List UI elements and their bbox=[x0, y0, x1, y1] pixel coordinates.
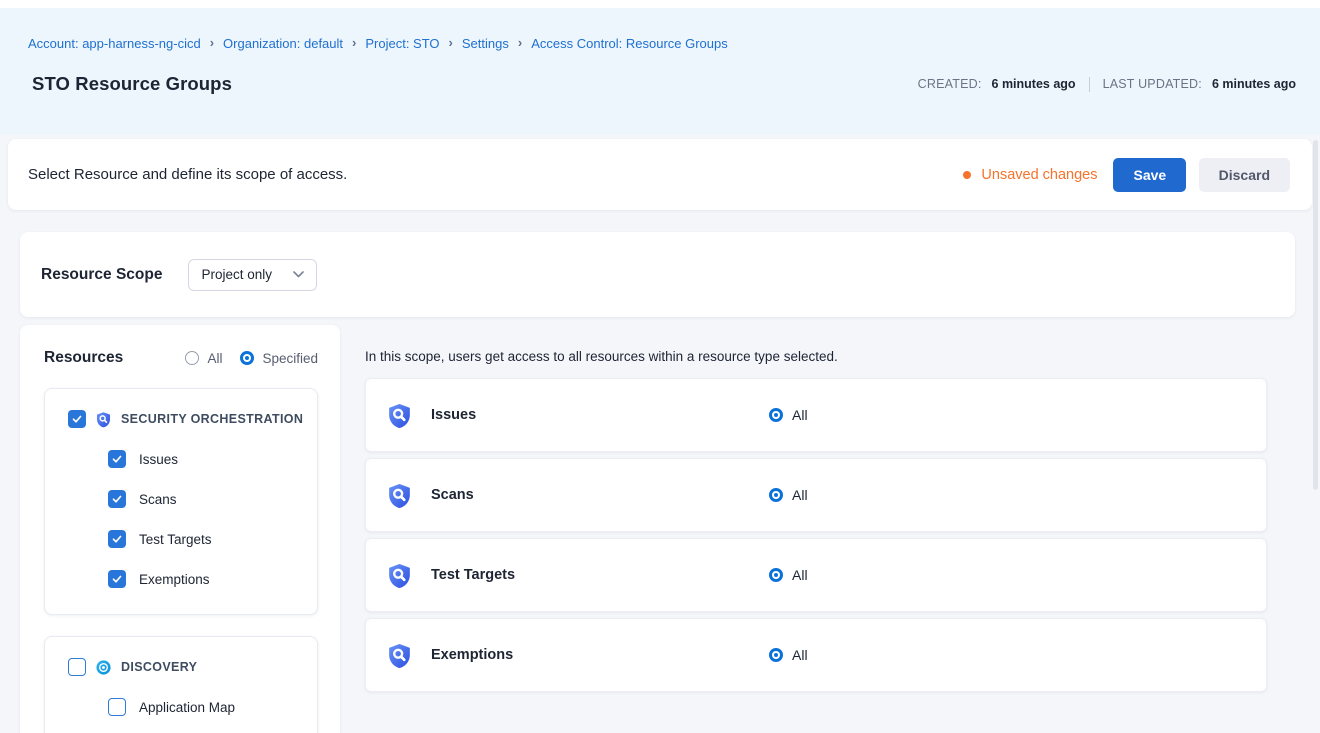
created-value: 6 minutes ago bbox=[992, 77, 1076, 91]
instruction-text: Select Resource and define its scope of … bbox=[28, 166, 347, 183]
test-targets-checkbox[interactable] bbox=[108, 530, 126, 548]
resource-card-title: Scans bbox=[431, 487, 769, 503]
unsaved-dot-icon bbox=[963, 171, 971, 179]
resource-scope-select[interactable]: Project only bbox=[188, 259, 317, 291]
created-label: CREATED: bbox=[918, 77, 982, 91]
test-targets-all-radio[interactable]: All bbox=[769, 567, 808, 583]
timestamps-meta: CREATED: 6 minutes ago LAST UPDATED: 6 m… bbox=[918, 77, 1296, 92]
last-updated-label: LAST UPDATED: bbox=[1103, 77, 1202, 91]
security-orchestration-checkbox[interactable] bbox=[68, 410, 86, 428]
resources-panel-title: Resources bbox=[44, 349, 123, 367]
checkmark-icon bbox=[111, 533, 123, 545]
unsaved-changes-status: Unsaved changes bbox=[963, 167, 1097, 183]
filter-specified-radio[interactable]: Specified bbox=[240, 351, 318, 366]
issues-checkbox[interactable] bbox=[108, 450, 126, 468]
tree-item-exemptions: Exemptions bbox=[108, 570, 307, 588]
chevron-down-icon bbox=[293, 271, 304, 278]
resource-card-title: Exemptions bbox=[431, 647, 769, 663]
vertical-scrollbar-thumb[interactable] bbox=[1313, 140, 1318, 490]
sto-shield-icon bbox=[386, 562, 413, 589]
radio-on-icon bbox=[769, 488, 783, 502]
resource-card-title: Test Targets bbox=[431, 567, 769, 583]
tree-item-application-map: Application Map bbox=[108, 698, 307, 716]
checkmark-icon bbox=[71, 413, 83, 425]
sto-shield-icon bbox=[386, 642, 413, 669]
scope-detail-panel: In this scope, users get access to all r… bbox=[365, 325, 1295, 698]
last-updated-value: 6 minutes ago bbox=[1212, 77, 1296, 91]
security-orchestration-label[interactable]: SECURITY ORCHESTRATION bbox=[121, 412, 303, 426]
resources-panel: Resources All Specified bbox=[20, 325, 340, 733]
resource-scope-label: Resource Scope bbox=[41, 266, 162, 284]
breadcrumb-chevron-icon: › bbox=[518, 35, 522, 50]
breadcrumb: Account: app-harness-ng-cicd › Organizat… bbox=[0, 8, 1320, 51]
breadcrumb-account-link[interactable]: Account: app-harness-ng-cicd bbox=[28, 36, 201, 51]
breadcrumb-settings-link[interactable]: Settings bbox=[462, 36, 509, 51]
scans-label[interactable]: Scans bbox=[139, 492, 177, 507]
sto-shield-icon bbox=[386, 482, 413, 509]
access-all-label: All bbox=[792, 567, 808, 583]
resources-filter-radios: All Specified bbox=[185, 351, 318, 366]
sto-shield-icon bbox=[386, 402, 413, 429]
checkmark-icon bbox=[111, 493, 123, 505]
window-top-strip bbox=[0, 0, 1320, 8]
breadcrumb-access-control-link[interactable]: Access Control: Resource Groups bbox=[531, 36, 728, 51]
resource-card-issues: Issues All bbox=[365, 378, 1267, 452]
scope-note: In this scope, users get access to all r… bbox=[365, 349, 1295, 364]
resource-card-test-targets: Test Targets All bbox=[365, 538, 1267, 612]
scans-all-radio[interactable]: All bbox=[769, 487, 808, 503]
tree-item-scans: Scans bbox=[108, 490, 307, 508]
sto-shield-icon bbox=[95, 411, 112, 428]
tree-item-test-targets: Test Targets bbox=[108, 530, 307, 548]
breadcrumb-chevron-icon: › bbox=[449, 35, 453, 50]
save-button[interactable]: Save bbox=[1113, 158, 1186, 192]
resource-group-security-orchestration: SECURITY ORCHESTRATION Issues bbox=[44, 388, 318, 615]
meta-divider bbox=[1089, 77, 1090, 92]
radio-on-icon bbox=[240, 351, 254, 365]
resource-card-title: Issues bbox=[431, 407, 769, 423]
discovery-label[interactable]: DISCOVERY bbox=[121, 660, 197, 674]
resource-scope-selected-value: Project only bbox=[201, 267, 272, 282]
radio-off-icon bbox=[185, 351, 199, 365]
page-header: Account: app-harness-ng-cicd › Organizat… bbox=[0, 8, 1320, 135]
resource-group-discovery: DISCOVERY Application Map bbox=[44, 636, 318, 733]
breadcrumb-chevron-icon: › bbox=[352, 35, 356, 50]
exemptions-checkbox[interactable] bbox=[108, 570, 126, 588]
resource-scope-card: Resource Scope Project only bbox=[20, 232, 1295, 317]
exemptions-all-radio[interactable]: All bbox=[769, 647, 808, 663]
issues-all-radio[interactable]: All bbox=[769, 407, 808, 423]
application-map-label[interactable]: Application Map bbox=[139, 700, 235, 715]
discovery-checkbox[interactable] bbox=[68, 658, 86, 676]
access-all-label: All bbox=[792, 407, 808, 423]
access-all-label: All bbox=[792, 487, 808, 503]
issues-label[interactable]: Issues bbox=[139, 452, 178, 467]
breadcrumb-project-link[interactable]: Project: STO bbox=[365, 36, 439, 51]
test-targets-label[interactable]: Test Targets bbox=[139, 532, 212, 547]
filter-all-label: All bbox=[207, 351, 222, 366]
checkmark-icon bbox=[111, 453, 123, 465]
radio-on-icon bbox=[769, 648, 783, 662]
action-toolbar: Select Resource and define its scope of … bbox=[8, 139, 1312, 210]
resource-card-scans: Scans All bbox=[365, 458, 1267, 532]
filter-all-radio[interactable]: All bbox=[185, 351, 222, 366]
checkmark-icon bbox=[111, 573, 123, 585]
page-title: STO Resource Groups bbox=[32, 73, 232, 95]
breadcrumb-organization-link[interactable]: Organization: default bbox=[223, 36, 343, 51]
application-map-checkbox[interactable] bbox=[108, 698, 126, 716]
unsaved-changes-label: Unsaved changes bbox=[981, 167, 1097, 183]
discovery-target-icon bbox=[95, 659, 112, 676]
resource-card-exemptions: Exemptions All bbox=[365, 618, 1267, 692]
discard-button[interactable]: Discard bbox=[1199, 158, 1290, 192]
exemptions-label[interactable]: Exemptions bbox=[139, 572, 210, 587]
access-all-label: All bbox=[792, 647, 808, 663]
breadcrumb-chevron-icon: › bbox=[210, 35, 214, 50]
radio-on-icon bbox=[769, 408, 783, 422]
scans-checkbox[interactable] bbox=[108, 490, 126, 508]
filter-specified-label: Specified bbox=[262, 351, 318, 366]
radio-on-icon bbox=[769, 568, 783, 582]
tree-item-issues: Issues bbox=[108, 450, 307, 468]
